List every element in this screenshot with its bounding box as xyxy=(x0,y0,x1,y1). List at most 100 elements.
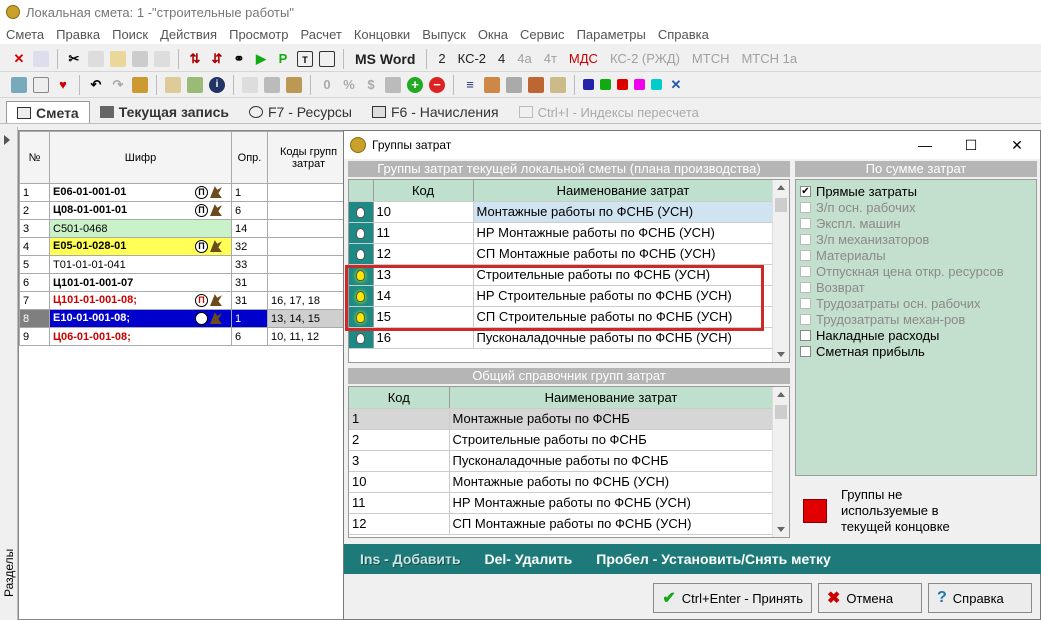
report-4a-button[interactable]: 4а xyxy=(517,51,531,66)
grid-row[interactable]: 7 Ц101-01-001-08; П 31 16, 17, 18 xyxy=(19,291,350,310)
build-icon[interactable] xyxy=(528,76,544,93)
color-green-icon[interactable] xyxy=(600,79,611,90)
sum-checkbox[interactable]: З/п осн. рабочих xyxy=(800,199,1036,215)
checkbox-icon[interactable] xyxy=(800,329,811,341)
reference-group-row[interactable]: 10 Монтажные работы по ФСНБ (УСН) xyxy=(349,471,773,493)
row-code-cell[interactable]: С501-0468 xyxy=(49,219,232,238)
menu-item-5[interactable]: Расчет xyxy=(294,27,347,42)
ms-word-button[interactable]: MS Word xyxy=(355,51,415,67)
grid-row[interactable]: 8 Е10-01-001-08; П 1 13, 14, 15 xyxy=(19,309,350,328)
current-group-row[interactable]: 11 НР Монтажные работы по ФСНБ (УСН) xyxy=(349,222,773,244)
checkbox-icon[interactable] xyxy=(800,281,811,293)
menu-item-2[interactable]: Поиск xyxy=(106,27,154,42)
menu-item-1[interactable]: Правка xyxy=(50,27,106,42)
marker-cell[interactable] xyxy=(349,201,374,223)
marker-cell[interactable] xyxy=(349,222,374,244)
checkbox-icon[interactable] xyxy=(800,313,811,325)
sum-checkbox[interactable]: Экспл. машин xyxy=(800,215,1036,231)
row-code-cell[interactable]: Ц08-01-001-01 П xyxy=(49,201,232,220)
copy-doc-icon[interactable] xyxy=(33,50,49,67)
grid-row[interactable]: 1 Е06-01-001-01 П 1 xyxy=(19,183,350,202)
find-icon[interactable] xyxy=(154,50,170,67)
cut-icon[interactable]: ✂ xyxy=(66,51,82,67)
sum-checkbox[interactable]: Отпускная цена откр. ресурсов xyxy=(800,263,1036,279)
delete-icon[interactable]: ✕ xyxy=(11,51,27,67)
document-icon[interactable] xyxy=(242,76,258,93)
col-codes-header[interactable]: Коды групп затрат xyxy=(267,131,350,184)
resources-icon[interactable] xyxy=(484,76,500,93)
row-code-cell[interactable]: Т01-01-01-041 xyxy=(49,255,232,274)
open-folder-icon[interactable] xyxy=(132,76,148,93)
redo-icon[interactable]: ↷ xyxy=(110,77,126,93)
checkbox-icon[interactable] xyxy=(800,201,811,213)
col-no-header[interactable]: № xyxy=(19,131,50,184)
marker-cell[interactable] xyxy=(349,243,374,265)
ks2-rzd-button[interactable]: КС-2 (РЖД) xyxy=(610,51,680,66)
bottom-kod-header[interactable]: Код xyxy=(349,387,450,409)
color-magenta-icon[interactable] xyxy=(634,79,645,90)
menu-item-10[interactable]: Параметры xyxy=(571,27,652,42)
reference-group-row[interactable]: 3 Пусконаладочные работы по ФСНБ xyxy=(349,450,773,472)
checkbox-icon[interactable] xyxy=(800,345,811,357)
top-name-header[interactable]: Наименование затрат xyxy=(473,180,774,202)
sum-checkbox[interactable]: Трудозатраты механ-ров xyxy=(800,311,1036,327)
remove-icon[interactable]: − xyxy=(429,76,445,93)
expand-arrow-icon[interactable] xyxy=(4,135,10,145)
checkbox-icon[interactable] xyxy=(800,265,811,277)
row-code-cell[interactable]: Е10-01-001-08; П xyxy=(49,309,232,328)
play-icon[interactable]: ▶ xyxy=(253,51,269,67)
paste-icon[interactable] xyxy=(110,50,126,67)
mtsn-button[interactable]: МТСН xyxy=(692,51,730,66)
grid-row[interactable]: 2 Ц08-01-001-01 П 6 xyxy=(19,201,350,220)
ks2-button[interactable]: КС-2 xyxy=(458,51,486,66)
reference-group-row[interactable]: 11 НР Монтажные работы по ФСНБ (УСН) xyxy=(349,492,773,514)
bottom-scrollbar[interactable] xyxy=(772,387,789,537)
grid-row[interactable]: 9 Ц06-01-001-08; 6 10, 11, 12 xyxy=(19,327,350,346)
menu-item-0[interactable]: Смета xyxy=(0,27,50,42)
sum-checkbox[interactable]: Трудозатраты осн. рабочих xyxy=(800,295,1036,311)
tab-charges[interactable]: F6 - Начисления xyxy=(362,101,509,123)
tab-current-record[interactable]: Текущая запись xyxy=(90,101,239,123)
sum-checkbox[interactable]: Сметная прибыль xyxy=(800,343,1036,359)
person-icon[interactable] xyxy=(506,76,522,93)
grid-row[interactable]: 3 С501-0468 14 xyxy=(19,219,350,238)
menu-item-7[interactable]: Выпуск xyxy=(416,27,472,42)
row-code-cell[interactable]: Е06-01-001-01 П xyxy=(49,183,232,202)
paste-special-icon[interactable] xyxy=(132,50,148,67)
menu-item-3[interactable]: Действия xyxy=(154,27,223,42)
mds-button[interactable]: МДС xyxy=(569,51,598,66)
menu-item-11[interactable]: Справка xyxy=(652,27,715,42)
checkbox-checked-icon[interactable]: ✔ xyxy=(800,185,811,197)
binoculars-icon[interactable]: ⚭ xyxy=(231,51,247,67)
sum-checkbox[interactable]: З/п механизаторов xyxy=(800,231,1036,247)
add-icon[interactable]: + xyxy=(407,76,423,93)
estimate-grid[interactable]: № Шифр Опр. Коды групп затрат 1 Е06-01-00… xyxy=(18,130,350,620)
tab-smeta[interactable]: Смета xyxy=(6,101,90,123)
accept-button[interactable]: ✔ Ctrl+Enter - Принять xyxy=(653,583,812,613)
eraser-icon[interactable] xyxy=(33,76,49,93)
stamp-icon[interactable] xyxy=(385,76,401,93)
import-icon[interactable] xyxy=(11,76,27,93)
columns-icon[interactable] xyxy=(319,50,335,67)
menu-item-4[interactable]: Просмотр xyxy=(223,27,294,42)
hotkey-add[interactable]: Ins - Добавить xyxy=(360,551,460,567)
reference-group-row[interactable]: 2 Строительные работы по ФСНБ xyxy=(349,429,773,451)
row-code-cell[interactable]: Е05-01-028-01 П xyxy=(49,237,232,256)
menu-item-9[interactable]: Сервис xyxy=(514,27,571,42)
report-2-button[interactable]: 2 xyxy=(438,51,445,66)
hotkey-delete[interactable]: Del- Удалить xyxy=(484,551,572,567)
money-icon[interactable]: $ xyxy=(363,77,379,93)
tools-icon[interactable] xyxy=(187,76,203,93)
checkbox-icon[interactable] xyxy=(800,297,811,309)
sections-strip[interactable]: Разделы xyxy=(0,127,18,620)
report-4-button[interactable]: 4 xyxy=(498,51,505,66)
row-code-cell[interactable]: Ц101-01-001-07 xyxy=(49,273,232,292)
text-frame-icon[interactable]: T xyxy=(297,50,313,67)
row-code-cell[interactable]: Ц06-01-001-08; xyxy=(49,327,232,346)
bottom-name-header[interactable]: Наименование затрат xyxy=(449,387,774,409)
top-scrollbar[interactable] xyxy=(772,180,789,362)
color-blue-icon[interactable] xyxy=(583,79,594,90)
color-cyan-icon[interactable] xyxy=(651,79,662,90)
sort-desc-icon[interactable]: ⇵ xyxy=(209,51,225,67)
col-opr-header[interactable]: Опр. xyxy=(231,131,268,184)
